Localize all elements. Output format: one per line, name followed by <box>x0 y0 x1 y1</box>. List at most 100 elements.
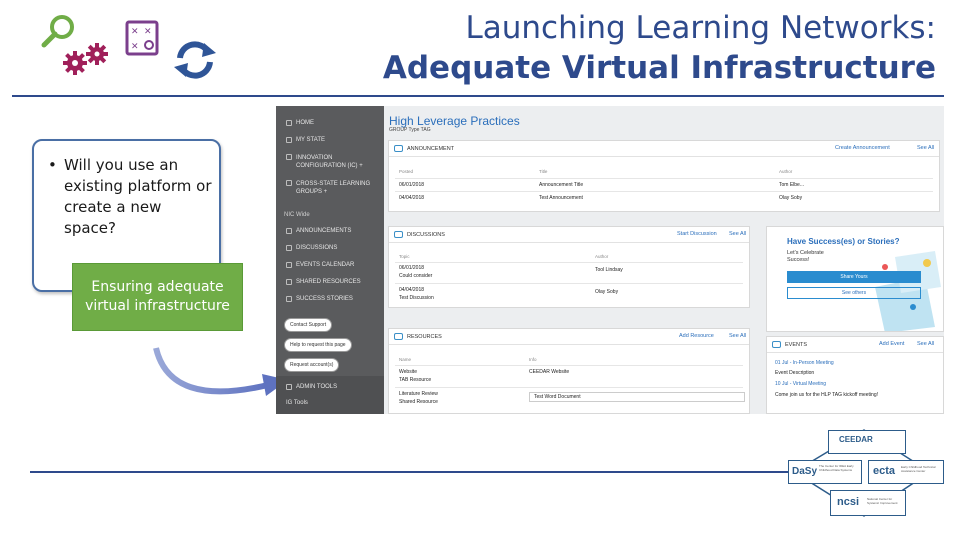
sidebar-item-ig-tools[interactable]: IG Tools <box>286 400 308 406</box>
table-cell[interactable]: Announcement Title <box>539 182 583 188</box>
flag-icon <box>286 137 292 143</box>
slide-title-line1: Launching Learning Networks: <box>465 10 936 46</box>
dasy-logo: DaSy The Center for IDEA Early Childhood… <box>788 460 862 484</box>
discussions-panel: DISCUSSIONS Start Discussion See All Top… <box>388 226 750 308</box>
help-request-button[interactable]: Help to request this page <box>284 338 352 352</box>
sidebar-item-events[interactable]: EVENTS CALENDAR <box>286 262 354 268</box>
bottom-rule <box>30 471 790 473</box>
sidebar-item-home[interactable]: HOME <box>286 120 314 126</box>
sidebar-item-my-state[interactable]: MY STATE <box>286 137 325 143</box>
event-item: Event Description <box>775 370 815 376</box>
lightning-icon <box>286 154 292 160</box>
column-header: Topic <box>399 254 410 259</box>
add-resource-link[interactable]: Add Resource <box>679 333 714 339</box>
announcements-see-all[interactable]: See All <box>917 145 934 151</box>
events-heading: EVENTS <box>785 342 808 348</box>
share-yours-button[interactable]: Share Yours <box>787 271 921 283</box>
table-cell[interactable]: Test Announcement <box>539 195 583 201</box>
table-cell: TAB Resource <box>399 377 432 383</box>
sidebar-item-admin-tools[interactable]: ADMIN TOOLS <box>286 384 337 390</box>
resources-see-all[interactable]: See All <box>729 333 746 339</box>
ceedar-logo: CEEDAR <box>828 430 906 454</box>
event-item[interactable]: 01 Jul - In-Person Meeting <box>775 360 834 366</box>
events-see-all[interactable]: See All <box>917 341 934 347</box>
sidebar-item-announcements[interactable]: ANNOUNCEMENTS <box>286 228 351 234</box>
add-event-link[interactable]: Add Event <box>879 341 904 347</box>
sidebar-item-cross-state[interactable]: CROSS-STATE LEARNING GROUPS + <box>286 180 372 196</box>
create-announcement-link[interactable]: Create Announcement <box>835 145 890 151</box>
nav-section-label: NIC Wide <box>284 212 310 218</box>
calendar-icon <box>286 262 292 268</box>
table-cell[interactable]: 06/01/2018 <box>399 265 424 271</box>
gears-icon <box>63 43 108 75</box>
resources-panel: RESOURCES Add Resource See All Name Info… <box>388 328 750 414</box>
admin-section: ADMIN TOOLS IG Tools <box>276 376 384 414</box>
svg-text:✕: ✕ <box>131 27 139 37</box>
folder-icon <box>394 333 403 340</box>
table-cell[interactable]: Test Discussion <box>399 295 434 301</box>
column-header: Name <box>399 357 412 362</box>
table-cell: 06/01/2018 <box>399 182 425 188</box>
table-cell: Olay Soby <box>595 289 619 295</box>
announcements-panel: ANNOUNCEMENT Create Announcement See All… <box>388 140 940 212</box>
table-cell[interactable]: Test Word Document <box>529 392 745 402</box>
table-cell: Tool Lindsay <box>595 267 623 273</box>
table-cell[interactable]: Literature Review <box>399 391 438 397</box>
request-account-button[interactable]: Request account(s) <box>284 358 340 372</box>
callout-question: Will you use an existing platform or cre… <box>64 156 212 237</box>
column-header: Author <box>779 169 793 174</box>
share-icon <box>286 180 292 186</box>
discussions-see-all[interactable]: See All <box>729 231 746 237</box>
title-rule <box>12 95 944 97</box>
ecta-logo: ecta Early Childhood Technical Assistanc… <box>868 460 944 484</box>
event-item[interactable]: 10 Jul - Virtual Meeting <box>775 381 826 387</box>
chat-icon <box>394 231 403 238</box>
column-header: Info <box>529 357 537 362</box>
chat-icon <box>286 245 292 251</box>
slide-title-line2: Adequate Virtual Infrastructure <box>382 50 936 86</box>
table-cell[interactable]: Could consider <box>399 273 432 279</box>
table-cell: Olay Soby <box>779 195 803 201</box>
events-panel: EVENTS Add Event See All 01 Jul - In-Per… <box>766 336 944 414</box>
table-cell[interactable]: CEEDAR Website <box>529 369 569 375</box>
group-type: GROUP Type TAG <box>389 127 431 133</box>
home-icon <box>286 120 292 126</box>
promo-subtitle: Let's Celebrate Success! <box>787 250 824 263</box>
sidebar-item-success-stories[interactable]: SUCCESS STORIES <box>286 296 353 302</box>
strategy-board-icon: ✕ ✕ ✕ <box>125 20 159 56</box>
table-cell[interactable]: Website <box>399 369 417 375</box>
megaphone-icon <box>286 228 292 234</box>
resources-heading: RESOURCES <box>407 334 442 340</box>
contact-support-button[interactable]: Contact Support <box>284 318 333 332</box>
table-cell: Tom Elbe... <box>779 182 805 188</box>
column-header: Title <box>539 169 548 174</box>
table-cell: 04/04/2018 <box>399 195 425 201</box>
sidebar-item-discussions[interactable]: DISCUSSIONS <box>286 245 337 251</box>
event-item: Come join us for the HLP TAG kickoff mee… <box>775 392 879 398</box>
announcements-heading: ANNOUNCEMENT <box>407 146 455 152</box>
column-header: Posted <box>399 169 414 174</box>
folder-icon <box>286 279 292 285</box>
calendar-icon <box>772 341 781 348</box>
sidebar-item-shared-resources[interactable]: SHARED RESOURCES <box>286 279 361 285</box>
refresh-icon <box>174 41 216 79</box>
promo-title: Have Success(es) or Stories? <box>787 237 900 246</box>
start-discussion-link[interactable]: Start Discussion <box>677 231 717 237</box>
star-icon <box>286 296 292 302</box>
discussions-heading: DISCUSSIONS <box>407 232 445 238</box>
see-others-button[interactable]: See others <box>787 287 921 299</box>
infrastructure-box: Ensuring adequate virtual infrastructure <box>72 263 243 331</box>
success-stories-promo: Have Success(es) or Stories? Let's Celeb… <box>766 226 944 332</box>
table-cell: Shared Resource <box>399 399 438 405</box>
platform-screenshot: HOME MY STATE INNOVATION CONFIGURATION (… <box>276 106 944 414</box>
column-header: Author <box>595 254 609 259</box>
page-title: High Leverage Practices <box>389 114 520 128</box>
table-cell[interactable]: 04/04/2018 <box>399 287 424 293</box>
svg-text:✕: ✕ <box>131 42 139 52</box>
bullet: • <box>48 156 57 174</box>
megaphone-icon <box>394 145 403 152</box>
sidebar-item-innovation[interactable]: INNOVATION CONFIGURATION (IC) + <box>286 154 372 170</box>
sidebar-nav: HOME MY STATE INNOVATION CONFIGURATION (… <box>276 106 384 414</box>
wrench-icon <box>286 384 292 390</box>
ncsi-logo: ncsi National Center for Systemic Improv… <box>830 490 906 516</box>
